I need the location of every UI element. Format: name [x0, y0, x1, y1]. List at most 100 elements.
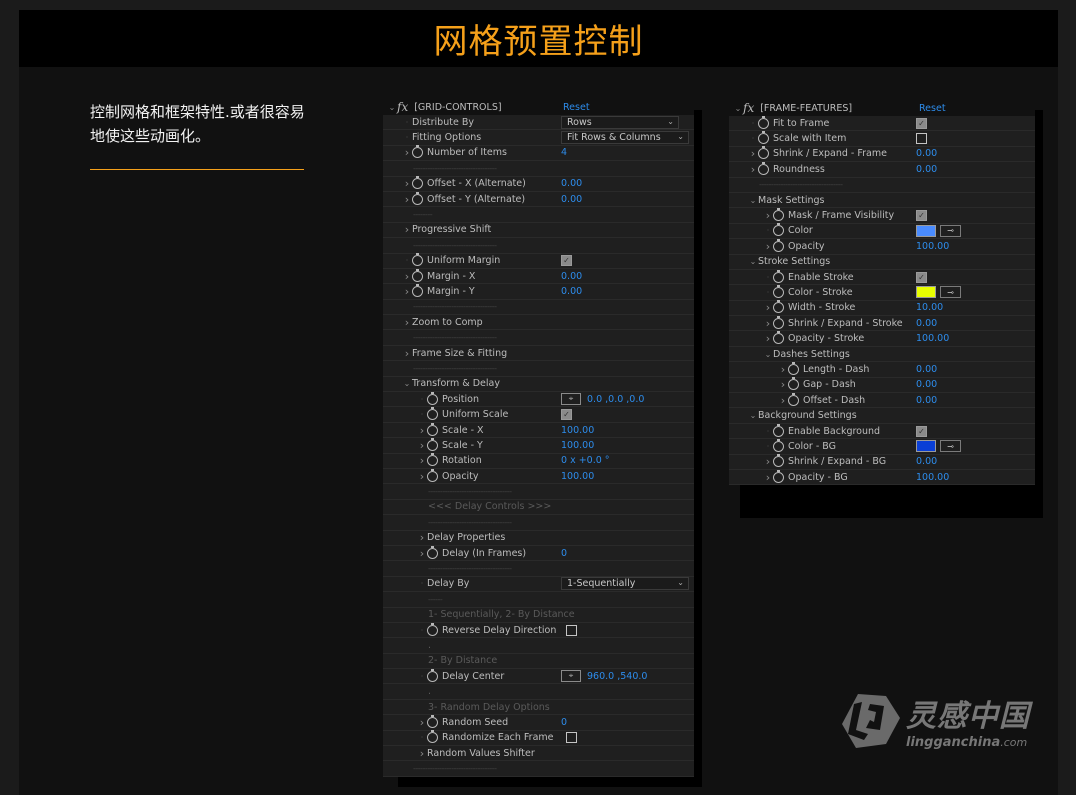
value-field[interactable]: 100.00 [561, 425, 594, 436]
checkbox-checked[interactable]: ✓ [916, 271, 927, 283]
expand-chevron-icon[interactable]: › [417, 716, 427, 729]
crosshair-point-icon[interactable]: ⌖ [561, 670, 581, 683]
value-field[interactable]: 0 x +0.0 ° [561, 455, 610, 466]
value-field[interactable]: 0 [561, 548, 567, 559]
stopwatch-icon[interactable] [758, 161, 769, 175]
value-field[interactable]: 10.00 [916, 302, 943, 313]
stopwatch-icon[interactable] [427, 730, 438, 744]
expand-chevron-icon[interactable]: › [417, 454, 427, 467]
reset-button[interactable]: Reset [563, 102, 590, 113]
expand-chevron-icon[interactable]: › [402, 347, 412, 360]
stopwatch-icon[interactable] [773, 269, 784, 283]
collapse-chevron-icon[interactable]: ⌄ [748, 257, 758, 266]
value-field[interactable]: 0.00 [916, 148, 937, 159]
stopwatch-icon[interactable] [773, 223, 784, 237]
value-field[interactable]: 0.00 [916, 318, 937, 329]
dropdown-select[interactable]: 1-Sequentially ⌄ [561, 577, 689, 591]
expand-chevron-icon[interactable]: › [763, 301, 773, 314]
expand-chevron-icon[interactable]: › [748, 147, 758, 160]
expand-chevron-icon[interactable]: › [778, 378, 788, 391]
collapse-chevron-icon[interactable]: ⌄ [763, 350, 773, 359]
expand-chevron-icon[interactable]: › [763, 332, 773, 345]
stopwatch-icon[interactable] [758, 131, 769, 145]
value-field[interactable]: 0.00 [916, 456, 937, 467]
stopwatch-icon[interactable] [427, 545, 438, 559]
checkbox-unchecked[interactable] [566, 732, 577, 744]
value-field[interactable]: 0.00 [561, 194, 582, 205]
stopwatch-icon[interactable] [788, 377, 799, 391]
stopwatch-icon[interactable] [412, 268, 423, 282]
value-field[interactable]: 0.00 [916, 395, 937, 406]
collapse-chevron-icon[interactable]: ⌄ [402, 379, 412, 388]
checkbox-checked[interactable]: ✓ [916, 117, 927, 129]
value-field[interactable]: 4 [561, 147, 567, 158]
expand-chevron-icon[interactable]: › [417, 531, 427, 544]
dropdown-select[interactable]: Rows ⌄ [561, 115, 679, 129]
expand-chevron-icon[interactable]: › [402, 270, 412, 283]
expand-chevron-icon[interactable]: › [778, 394, 788, 407]
checkbox-unchecked[interactable] [566, 624, 577, 636]
stopwatch-icon[interactable] [773, 238, 784, 252]
expand-chevron-icon[interactable]: › [748, 163, 758, 176]
stopwatch-icon[interactable] [788, 392, 799, 406]
stopwatch-icon[interactable] [412, 145, 423, 159]
stopwatch-icon[interactable] [773, 454, 784, 468]
stopwatch-icon[interactable] [773, 423, 784, 437]
expand-chevron-icon[interactable]: › [402, 146, 412, 159]
point-value[interactable]: 960.0 ,540.0 [587, 671, 647, 682]
color-swatch[interactable] [916, 286, 936, 299]
expand-chevron-icon[interactable]: › [402, 223, 412, 236]
stopwatch-icon[interactable] [427, 437, 438, 451]
expand-chevron-icon[interactable]: › [417, 424, 427, 437]
expand-chevron-icon[interactable]: › [763, 471, 773, 484]
expand-chevron-icon[interactable]: › [417, 470, 427, 483]
eyedropper-icon[interactable]: ⊸ [940, 440, 961, 453]
crosshair-point-icon[interactable]: ⌖ [561, 393, 581, 406]
expand-chevron-icon[interactable]: › [763, 240, 773, 253]
value-field[interactable]: 100.00 [916, 472, 949, 483]
stopwatch-icon[interactable] [427, 391, 438, 405]
expand-chevron-icon[interactable]: › [417, 439, 427, 452]
stopwatch-icon[interactable] [427, 468, 438, 482]
checkbox-checked[interactable]: ✓ [561, 255, 572, 267]
dropdown-select[interactable]: Fit Rows & Columns ⌄ [561, 131, 689, 145]
collapse-chevron-icon[interactable]: ⌄ [733, 104, 743, 113]
checkbox-unchecked[interactable] [916, 133, 927, 145]
value-field[interactable]: 0.00 [561, 178, 582, 189]
expand-chevron-icon[interactable]: › [402, 285, 412, 298]
expand-chevron-icon[interactable]: › [778, 363, 788, 376]
stopwatch-icon[interactable] [773, 331, 784, 345]
point-value[interactable]: 0.0 ,0.0 ,0.0 [587, 394, 644, 405]
stopwatch-icon[interactable] [773, 284, 784, 298]
collapse-chevron-icon[interactable]: ⌄ [748, 196, 758, 205]
stopwatch-icon[interactable] [427, 622, 438, 636]
stopwatch-icon[interactable] [427, 422, 438, 436]
stopwatch-icon[interactable] [773, 208, 784, 222]
value-field[interactable]: 0.00 [561, 286, 582, 297]
stopwatch-icon[interactable] [427, 668, 438, 682]
expand-chevron-icon[interactable]: › [402, 316, 412, 329]
value-field[interactable]: 100.00 [916, 333, 949, 344]
stopwatch-icon[interactable] [773, 315, 784, 329]
expand-chevron-icon[interactable]: › [402, 177, 412, 190]
eyedropper-icon[interactable]: ⊸ [940, 224, 961, 237]
stopwatch-icon[interactable] [412, 253, 423, 267]
value-field[interactable]: 100.00 [561, 471, 594, 482]
stopwatch-icon[interactable] [427, 714, 438, 728]
stopwatch-icon[interactable] [773, 438, 784, 452]
expand-chevron-icon[interactable]: › [402, 193, 412, 206]
collapse-chevron-icon[interactable]: ⌄ [387, 103, 397, 112]
stopwatch-icon[interactable] [427, 453, 438, 467]
checkbox-checked[interactable]: ✓ [561, 409, 572, 421]
stopwatch-icon[interactable] [412, 191, 423, 205]
value-field[interactable]: 100.00 [916, 241, 949, 252]
value-field[interactable]: 0 [561, 717, 567, 728]
value-field[interactable]: 100.00 [561, 440, 594, 451]
stopwatch-icon[interactable] [773, 469, 784, 483]
expand-chevron-icon[interactable]: › [763, 317, 773, 330]
color-swatch[interactable] [916, 440, 936, 453]
stopwatch-icon[interactable] [758, 146, 769, 160]
value-field[interactable]: 0.00 [916, 379, 937, 390]
stopwatch-icon[interactable] [758, 115, 769, 129]
stopwatch-icon[interactable] [412, 176, 423, 190]
